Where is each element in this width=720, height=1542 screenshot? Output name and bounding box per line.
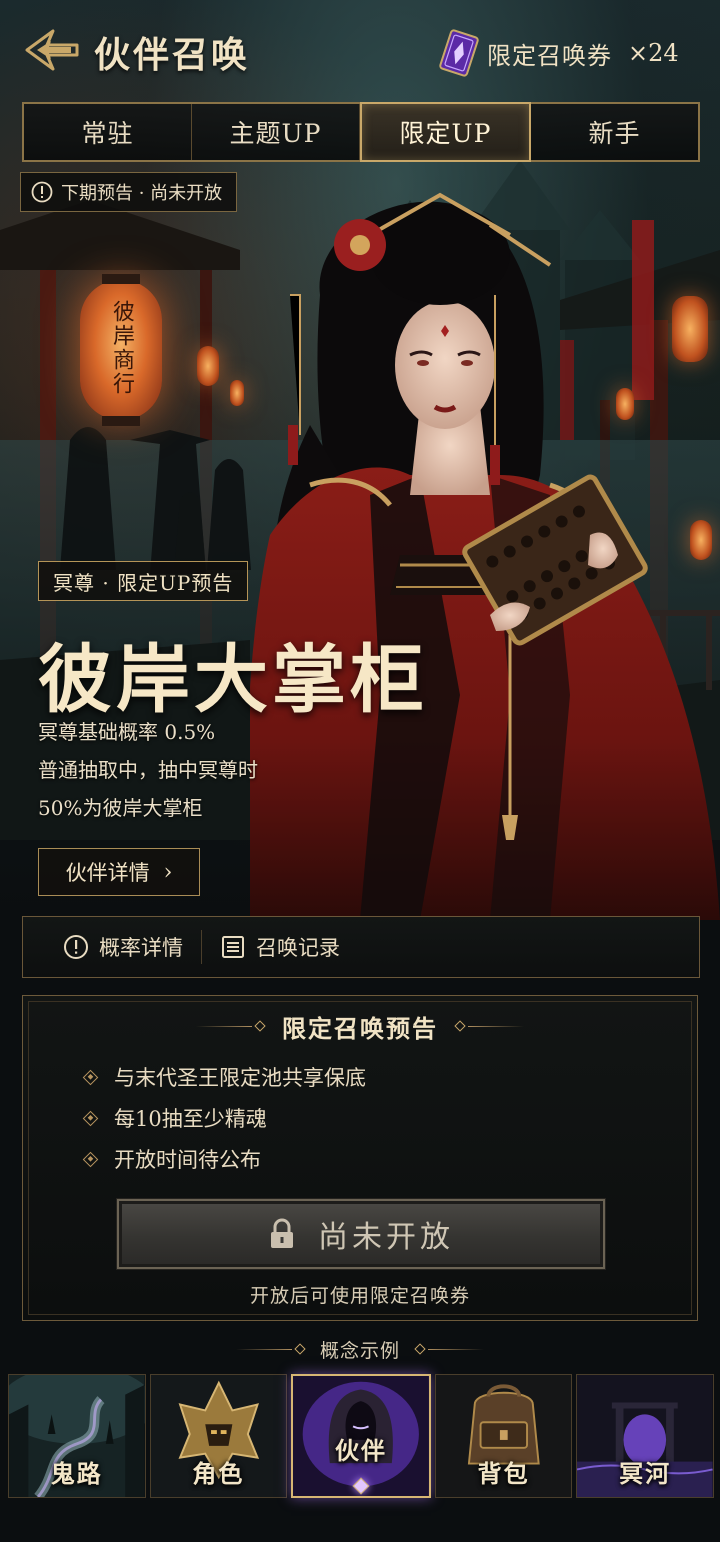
preview-bullet-3: 开放时间待公布 [82, 1144, 261, 1174]
companion-detail-label: 伙伴详情 [65, 861, 150, 885]
rates-detail-link[interactable]: 概率详情 [23, 932, 201, 962]
info-bar: 概率详情 召唤记录 [22, 916, 700, 978]
nav-label: 鬼路 [50, 1459, 103, 1488]
ticket-count: ×24 [628, 39, 679, 67]
info-circle-icon [64, 935, 88, 959]
tab-theme-up[interactable]: 主题UP [192, 104, 360, 160]
hero-character-illustration [250, 192, 720, 920]
back-button[interactable] [22, 22, 82, 78]
back-arrow-icon [25, 29, 79, 71]
lantern-small-1 [197, 346, 219, 386]
hero-name: 彼岸大掌柜 [38, 637, 428, 723]
panel-hint: 开放后可使用限定召唤券 [249, 1285, 470, 1307]
shop-lantern: 彼岸商行 [80, 274, 162, 426]
lantern-small-2 [230, 380, 244, 406]
list-document-icon [222, 936, 244, 958]
not-open-label: 尚未开放 [318, 1220, 454, 1255]
ticket-balance[interactable]: 限定召唤券 ×24 [437, 28, 679, 78]
summon-records-label: 召唤记录 [256, 936, 340, 960]
nav-companion[interactable]: 伙伴 [291, 1374, 431, 1498]
nav-label: 背包 [477, 1459, 530, 1488]
ticket-label: 限定召唤券 [487, 41, 612, 70]
tab-standard[interactable]: 常驻 [24, 104, 192, 160]
summon-screen: 彼岸商行 伙伴召唤 限定召唤券 ×24 常驻 主题UP 限定UP 新手 下期预告… [0, 0, 720, 1542]
ornament-left [196, 1020, 268, 1032]
limited-preview-panel: 限定召唤预告 与末代圣王限定池共享保底 每10抽至少精魂 开放时间待公布 尚未开… [22, 995, 698, 1321]
concept-label: 概念示例 [319, 1339, 400, 1362]
nav-label: 角色 [192, 1459, 245, 1488]
not-open-button[interactable]: 尚未开放 [117, 1199, 605, 1269]
preview-bullet-text: 每10抽至少精魂 [114, 1107, 267, 1131]
limited-ticket-icon [439, 29, 479, 77]
panel-title-row: 限定召唤预告 [23, 1008, 697, 1044]
preview-bullet-text: 与末代圣王限定池共享保底 [114, 1066, 366, 1090]
preview-bullet-text: 开放时间待公布 [114, 1148, 261, 1172]
panel-title: 限定召唤预告 [282, 1013, 438, 1043]
ornament-right [452, 1020, 524, 1032]
companion-detail-button[interactable]: 伙伴详情 › [38, 848, 200, 896]
hero-desc-line-3: 50%为彼岸大掌柜 [38, 796, 203, 820]
ornament-left [235, 1343, 308, 1355]
page-title: 伙伴召唤 [94, 34, 251, 76]
tab-limited-up[interactable]: 限定UP [360, 102, 531, 162]
up-preview-badge: 冥尊 · 限定UP预告 [38, 561, 249, 601]
rates-detail-label: 概率详情 [99, 936, 183, 960]
info-circle-icon [31, 181, 53, 203]
nav-underworld-river[interactable]: 冥河 [576, 1374, 714, 1498]
preview-bullet-2: 每10抽至少精魂 [82, 1103, 267, 1133]
lantern-sign-text: 彼岸商行 [109, 300, 134, 396]
nav-backpack[interactable]: 背包 [434, 1374, 573, 1498]
nav-label: 伙伴 [334, 1436, 387, 1465]
tab-newbie[interactable]: 新手 [531, 104, 698, 160]
lock-icon [271, 1218, 293, 1248]
summon-records-link[interactable]: 召唤记录 [202, 932, 358, 962]
nav-character[interactable]: 角色 [149, 1374, 288, 1498]
pool-tabs: 常驻 主题UP 限定UP 新手 [22, 102, 700, 162]
preview-notice: 下期预告 · 尚未开放 [20, 172, 238, 212]
concept-row: 概念示例 [0, 1332, 720, 1366]
notice-text: 下期预告 · 尚未开放 [61, 183, 223, 204]
ornament-right [412, 1343, 484, 1355]
nav-label: 冥河 [619, 1459, 672, 1488]
chevron-right-icon: › [163, 859, 173, 885]
top-header: 伙伴召唤 限定召唤券 ×24 [0, 0, 720, 100]
preview-bullet-1: 与末代圣王限定池共享保底 [82, 1062, 366, 1092]
diamond-bullet-icon [82, 1110, 99, 1126]
bottom-nav: 鬼路 角色 伙伴 背包 冥河 [8, 1374, 714, 1498]
hero-desc-line-1: 冥尊基础概率 0.5% [38, 720, 216, 744]
diamond-bullet-icon [82, 1069, 99, 1085]
hero-desc-line-2: 普通抽取中，抽中冥尊时 [38, 758, 258, 782]
nav-ghost-road[interactable]: 鬼路 [8, 1374, 146, 1498]
diamond-bullet-icon [82, 1151, 99, 1167]
